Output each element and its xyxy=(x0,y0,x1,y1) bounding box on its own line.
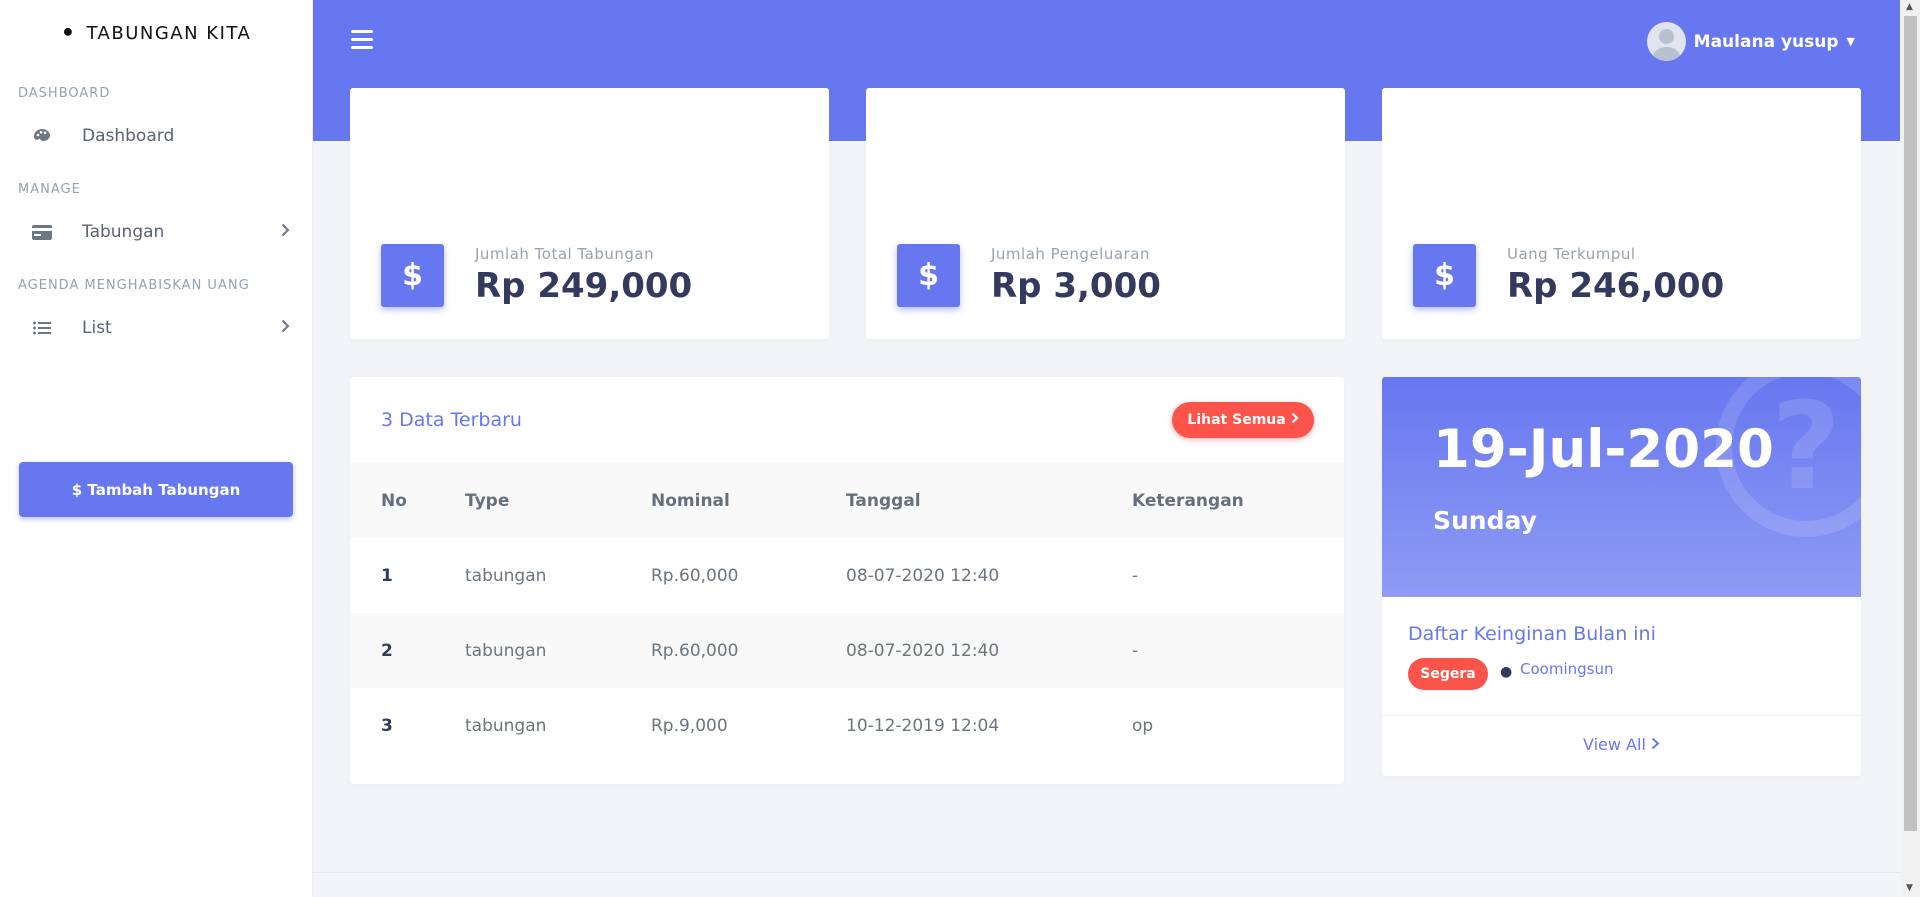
latest-data-card: 3 Data Terbaru Lihat Semua No Type Nomin… xyxy=(350,377,1344,784)
section-title-manage: MANAGE xyxy=(18,182,81,197)
chevron-right-icon xyxy=(281,319,290,337)
avatar xyxy=(1646,22,1686,61)
chevron-right-icon xyxy=(1651,735,1660,754)
current-date: 19-Jul-2020 xyxy=(1433,419,1774,480)
cell-keterangan: - xyxy=(1132,613,1344,688)
cell-type: tabungan xyxy=(465,715,547,736)
cell-no: 1 xyxy=(381,565,393,586)
stat-value: Rp 3,000 xyxy=(991,266,1161,306)
cell-nominal: Rp.9,000 xyxy=(651,715,728,736)
table-row: 3 tabungan Rp.9,000 10-12-2019 12:04 op xyxy=(350,688,1344,763)
cell-type: tabungan xyxy=(465,613,651,688)
brand-title: TABUNGAN KITA xyxy=(86,22,252,44)
scrollbar-thumb[interactable] xyxy=(1904,16,1917,831)
column-header-type: Type xyxy=(465,463,651,538)
divider xyxy=(1382,715,1861,716)
table-row: 2 tabungan Rp.60,000 08-07-2020 12:40 - xyxy=(350,613,1344,688)
cell-no: 2 xyxy=(350,613,465,688)
date-hero: ? 19-Jul-2020 Sunday xyxy=(1382,377,1861,597)
cell-type: tabungan xyxy=(465,565,547,586)
latest-data-table: No Type Nominal Tanggal Keterangan 1 tab… xyxy=(350,463,1344,763)
cell-no: 3 xyxy=(381,715,393,736)
cell-tanggal: 08-07-2020 12:40 xyxy=(846,565,1000,586)
list-icon xyxy=(32,321,52,335)
card-title: 3 Data Terbaru xyxy=(381,409,522,431)
section-title-agenda: AGENDA MENGHABISKAN UANG xyxy=(18,278,250,293)
stat-value: Rp 249,000 xyxy=(475,266,693,306)
caret-down-icon: ▼ xyxy=(1846,35,1855,48)
cell-nominal: Rp.60,000 xyxy=(651,565,739,586)
sidebar-item-label: Dashboard xyxy=(82,126,175,146)
stat-card-terkumpul: $ Uang Terkumpul Rp 246,000 xyxy=(1382,88,1861,339)
column-header-no: No xyxy=(350,463,465,538)
column-header-keterangan: Keterangan xyxy=(1132,463,1344,538)
brand[interactable]: ⚫ TABUNGAN KITA xyxy=(0,0,312,66)
cell-tanggal: 10-12-2019 12:04 xyxy=(846,715,1000,736)
palette-icon xyxy=(32,128,52,144)
date-card: ? 19-Jul-2020 Sunday Daftar Keinginan Bu… xyxy=(1382,377,1861,776)
vertical-scrollbar[interactable]: ▲ ▼ xyxy=(1901,0,1920,897)
cell-keterangan: op xyxy=(1132,715,1154,736)
cell-tanggal: 08-07-2020 12:40 xyxy=(846,613,1132,688)
table-header-row: No Type Nominal Tanggal Keterangan xyxy=(350,463,1344,538)
scroll-up-icon[interactable]: ▲ xyxy=(1906,2,1913,12)
dollar-icon: $ xyxy=(897,244,960,307)
piggy-bank-icon: ⚫ xyxy=(60,23,77,43)
column-header-nominal: Nominal xyxy=(651,463,846,538)
cell-nominal: Rp.60,000 xyxy=(651,613,846,688)
lihat-semua-button[interactable]: Lihat Semua xyxy=(1172,402,1314,438)
stat-card-pengeluaran: $ Jumlah Pengeluaran Rp 3,000 xyxy=(866,88,1345,339)
chevron-right-icon xyxy=(1291,412,1299,428)
sidebar-item-label: List xyxy=(82,318,112,338)
add-tabungan-button[interactable]: $ Tambah Tabungan xyxy=(19,462,293,517)
current-day: Sunday xyxy=(1433,506,1537,535)
sidebar-item-dashboard[interactable]: Dashboard xyxy=(0,108,312,164)
bullet-icon: ● xyxy=(1500,664,1513,680)
sidebar: ⚫ TABUNGAN KITA DASHBOARD Dashboard MANA… xyxy=(0,0,313,897)
sidebar-item-list[interactable]: List xyxy=(0,300,312,356)
sidebar-item-label: Tabungan xyxy=(82,222,165,242)
dollar-icon: $ xyxy=(381,244,444,307)
view-all-link[interactable]: View All xyxy=(1382,735,1861,754)
menu-toggle-icon[interactable] xyxy=(351,30,373,50)
stat-card-total: $ Jumlah Total Tabungan Rp 249,000 xyxy=(350,88,829,339)
stat-value: Rp 246,000 xyxy=(1507,266,1725,306)
status-badge: Segera xyxy=(1408,658,1488,690)
footer-divider xyxy=(313,872,1901,873)
sidebar-item-tabungan[interactable]: Tabungan xyxy=(0,204,312,260)
section-title-dashboard: DASHBOARD xyxy=(18,86,111,101)
stat-label: Uang Terkumpul xyxy=(1507,245,1636,263)
wishlist-item-link[interactable]: Coomingsun xyxy=(1520,660,1613,678)
stat-label: Jumlah Total Tabungan xyxy=(475,245,655,263)
wishlist-title: Daftar Keinginan Bulan ini xyxy=(1408,623,1656,645)
chevron-right-icon xyxy=(281,223,290,241)
cell-keterangan: - xyxy=(1132,565,1139,586)
user-name: Maulana yusup xyxy=(1693,31,1839,52)
scroll-down-icon[interactable]: ▼ xyxy=(1906,883,1913,893)
view-all-label: View All xyxy=(1583,735,1646,754)
dollar-icon: $ xyxy=(1413,244,1476,307)
credit-card-icon xyxy=(32,224,52,240)
stat-label: Jumlah Pengeluaran xyxy=(991,245,1150,263)
button-label: Lihat Semua xyxy=(1187,412,1286,428)
column-header-tanggal: Tanggal xyxy=(846,463,1132,538)
table-row: 1 tabungan Rp.60,000 08-07-2020 12:40 - xyxy=(350,538,1344,613)
user-dropdown[interactable]: Maulana yusup ▼ xyxy=(1646,22,1855,61)
